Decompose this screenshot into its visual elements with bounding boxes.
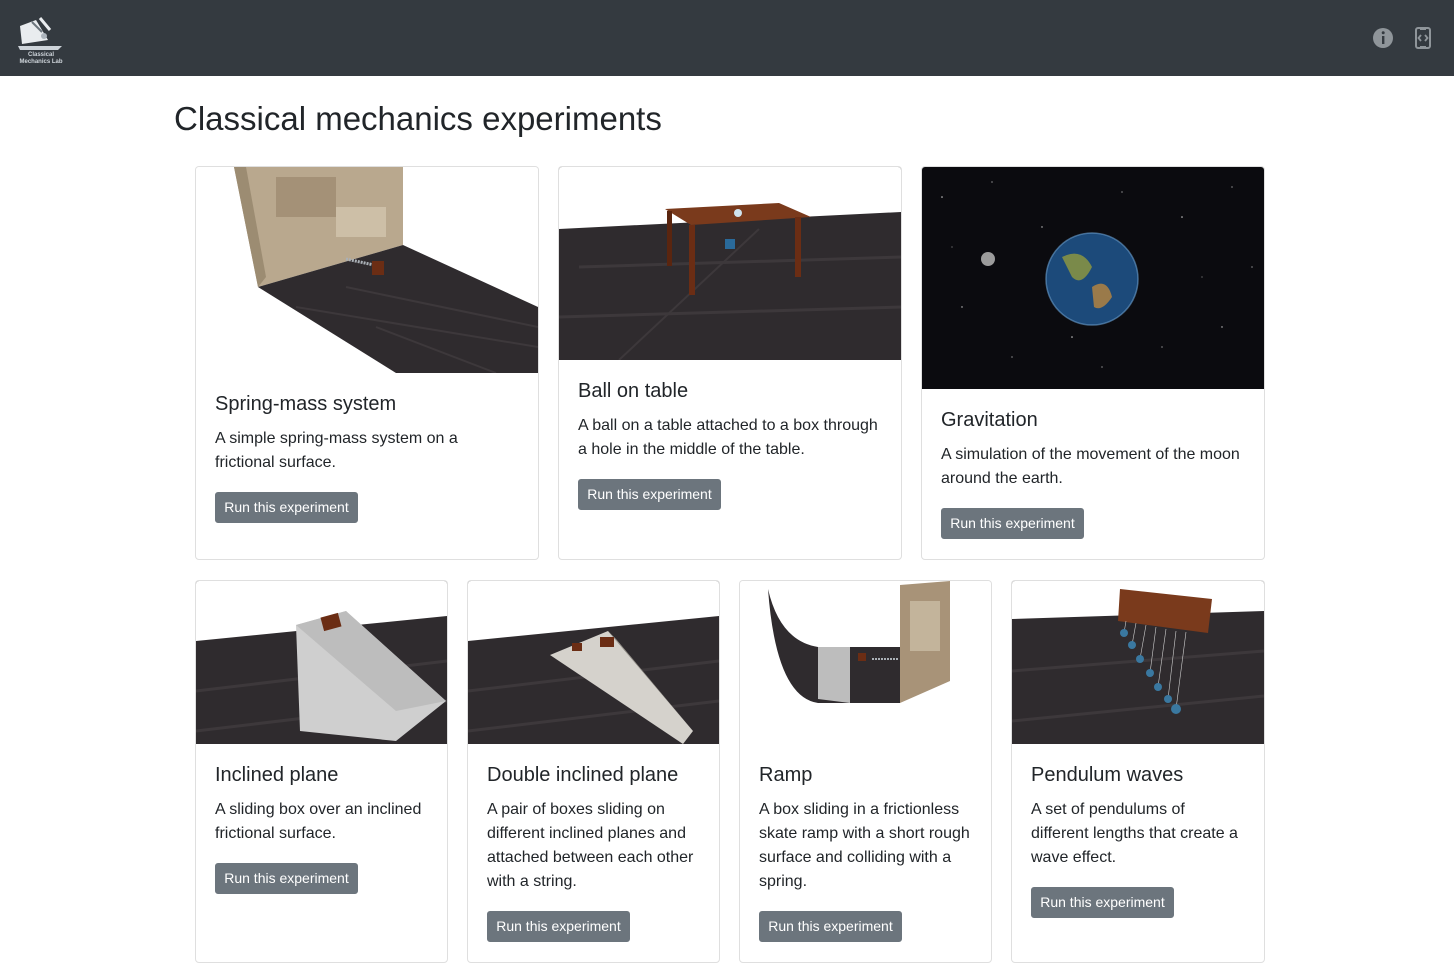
double-inclined-plane-image [468, 581, 719, 744]
gravitation-image [922, 167, 1264, 389]
logo-graphic [18, 17, 62, 50]
spring-mass-image [196, 167, 538, 373]
run-experiment-button[interactable]: Run this experiment [1031, 887, 1174, 918]
logo-text: Classical Mechanics Lab [19, 52, 63, 65]
app-logo[interactable]: Classical Mechanics Lab [14, 14, 68, 66]
code-file-icon[interactable] [1411, 26, 1435, 50]
experiment-card-inclined-plane: Inclined plane A sliding box over an inc… [195, 580, 448, 963]
card-title: Pendulum waves [1031, 764, 1184, 786]
experiment-card-ramp: Ramp A box sliding in a frictionless ska… [739, 580, 992, 963]
experiment-card-gravitation: Gravitation A simulation of the movement… [921, 166, 1265, 560]
top-navbar: Classical Mechanics Lab [0, 0, 1454, 76]
card-title: Inclined plane [215, 764, 339, 786]
card-description: A box sliding in a frictionless skate ra… [759, 801, 970, 890]
experiment-card-double-inclined-plane: Double inclined plane A pair of boxes sl… [467, 580, 720, 963]
experiment-card-pendulum-waves: Pendulum waves A set of pendulums of dif… [1011, 580, 1265, 963]
experiment-card-spring-mass: Spring-mass system A simple spring-mass … [195, 166, 539, 560]
info-icon[interactable] [1371, 26, 1395, 50]
page-title: Classical mechanics experiments [174, 100, 662, 137]
card-title: Double inclined plane [487, 764, 679, 786]
run-experiment-button[interactable]: Run this experiment [215, 492, 358, 523]
card-title: Gravitation [941, 409, 1038, 431]
card-title: Ball on table [578, 380, 689, 402]
card-title: Ramp [759, 764, 813, 786]
card-description: A pair of boxes sliding on different inc… [487, 801, 694, 890]
card-description: A set of pendulums of different lengths … [1031, 801, 1238, 866]
card-description: A simple spring-mass system on a frictio… [215, 430, 458, 471]
card-title: Spring-mass system [215, 393, 397, 415]
run-experiment-button[interactable]: Run this experiment [941, 508, 1084, 539]
ball-on-table-image [559, 167, 901, 360]
card-description: A sliding box over an inclined frictiona… [215, 801, 422, 842]
card-description: A ball on a table attached to a box thro… [578, 417, 878, 458]
experiment-card-ball-on-table: Ball on table A ball on a table attached… [558, 166, 902, 560]
ramp-image [740, 581, 991, 744]
run-experiment-button[interactable]: Run this experiment [578, 479, 721, 510]
pendulum-waves-image [1012, 581, 1264, 744]
card-description: A simulation of the movement of the moon… [941, 446, 1240, 487]
inclined-plane-image [196, 581, 447, 744]
run-experiment-button[interactable]: Run this experiment [487, 911, 630, 942]
run-experiment-button[interactable]: Run this experiment [215, 863, 358, 894]
run-experiment-button[interactable]: Run this experiment [759, 911, 902, 942]
